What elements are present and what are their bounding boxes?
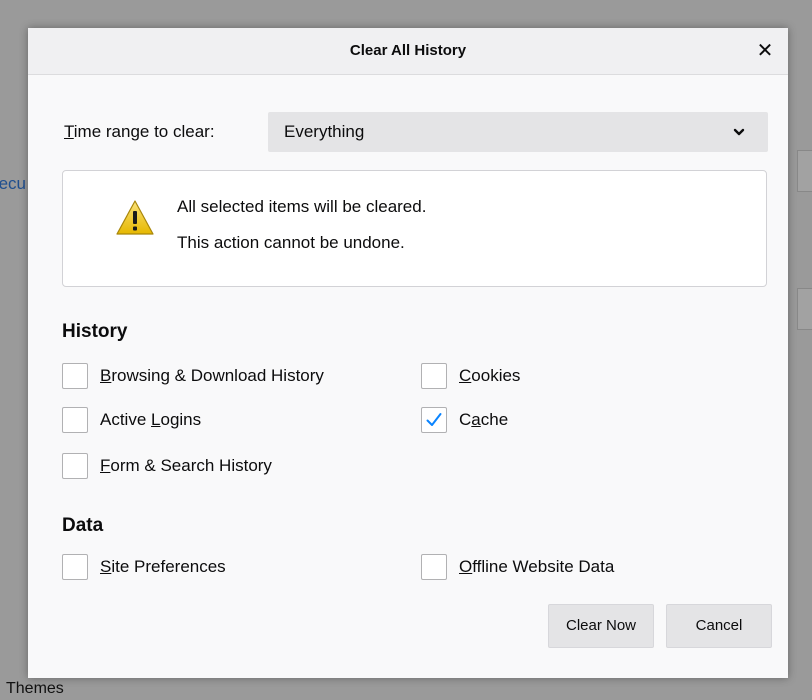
warning-icon <box>116 200 154 235</box>
time-range-select[interactable]: Everything <box>268 112 768 152</box>
background-text-fragment: ecu <box>0 174 26 193</box>
checkbox-label: Active Logins <box>100 410 202 429</box>
cancel-button[interactable]: Cancel <box>666 604 772 648</box>
chevron-down-icon <box>733 128 745 136</box>
checkbox-box[interactable] <box>421 554 447 580</box>
time-range-selected-value: Everything <box>284 122 365 141</box>
checkmark-icon <box>426 413 442 426</box>
checkbox-box[interactable] <box>62 363 88 389</box>
dialog-header: Clear All History ✕ <box>28 28 788 75</box>
checkbox-box[interactable] <box>62 407 88 433</box>
checkbox-box[interactable] <box>62 453 88 479</box>
checkbox-label: Site Preferences <box>100 557 226 576</box>
clear-now-button[interactable]: Clear Now <box>548 604 654 648</box>
history-heading: History <box>62 321 128 342</box>
close-icon: ✕ <box>756 40 774 62</box>
warning-box: All selected items will be cleared. This… <box>62 170 767 287</box>
checkbox-label: Browsing & Download History <box>100 366 324 385</box>
checkbox-label: Offline Website Data <box>459 557 615 576</box>
background-themes-label: Themes <box>6 680 64 697</box>
close-button[interactable]: ✕ <box>750 36 780 66</box>
time-range-label: Time range to clear: <box>64 122 215 141</box>
checkbox-box[interactable] <box>62 554 88 580</box>
checkbox-box[interactable] <box>421 363 447 389</box>
checkbox-label: Cookies <box>459 366 521 385</box>
data-heading: Data <box>62 515 104 536</box>
warning-text-line2: This action cannot be undone. <box>177 233 405 252</box>
checkbox-label: Form & Search History <box>100 456 272 475</box>
background-element <box>797 288 812 330</box>
time-range-row: Time range to clear: Everything <box>64 112 769 152</box>
dialog-title: Clear All History <box>349 42 467 59</box>
checkbox-label: Cache <box>459 410 509 429</box>
background-element <box>797 150 812 192</box>
checkbox-box-checked[interactable] <box>421 407 447 433</box>
clear-history-dialog: Clear All History ✕ Time range to clear:… <box>28 28 788 678</box>
warning-text-line1: All selected items will be cleared. <box>177 197 427 216</box>
